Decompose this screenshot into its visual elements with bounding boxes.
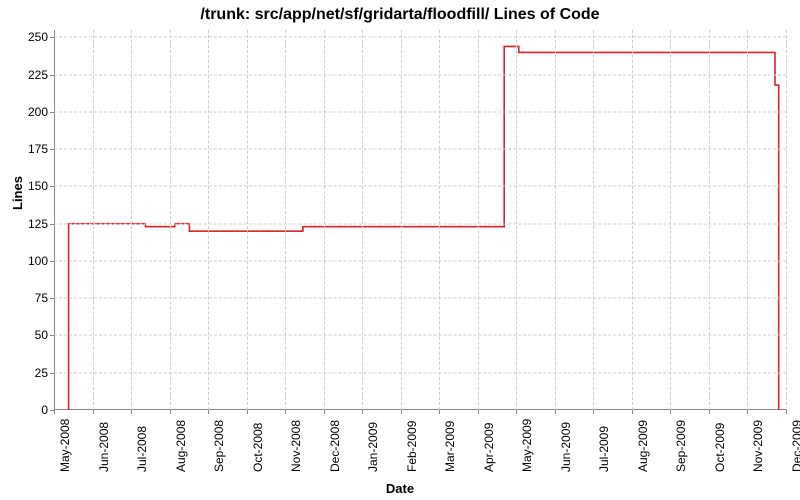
- x-tick-label: Nov-2009: [751, 420, 765, 472]
- x-tick-label: Dec-2009: [790, 420, 800, 472]
- x-tick-mark: [324, 410, 325, 414]
- x-tick-mark: [709, 410, 710, 414]
- x-tick-mark: [555, 410, 556, 414]
- x-tick-mark: [478, 410, 479, 414]
- gridline-v: [670, 30, 671, 410]
- gridline-h: [54, 372, 786, 373]
- x-tick-mark: [593, 410, 594, 414]
- x-tick-label: May-2008: [58, 419, 72, 472]
- gridline-h: [54, 260, 786, 261]
- gridline-h: [54, 74, 786, 75]
- x-tick-label: Oct-2008: [251, 423, 265, 472]
- gridline-h: [54, 111, 786, 112]
- x-tick-label: Aug-2008: [174, 420, 188, 472]
- gridline-v: [324, 30, 325, 410]
- x-tick-label: Jun-2008: [97, 422, 111, 472]
- gridline-v: [555, 30, 556, 410]
- x-tick-mark: [401, 410, 402, 414]
- x-tick-mark: [131, 410, 132, 414]
- x-tick-label: Nov-2008: [289, 420, 303, 472]
- gridline-h: [54, 37, 786, 38]
- gridline-h: [54, 335, 786, 336]
- x-tick-mark: [747, 410, 748, 414]
- x-tick-mark: [362, 410, 363, 414]
- y-tick-label: 200: [0, 105, 48, 119]
- chart-title: /trunk: src/app/net/sf/gridarta/floodfil…: [0, 6, 800, 24]
- x-tick-label: Apr-2009: [482, 423, 496, 472]
- gridline-h: [54, 186, 786, 187]
- gridline-v: [170, 30, 171, 410]
- gridline-h: [54, 298, 786, 299]
- x-tick-mark: [170, 410, 171, 414]
- gridline-v: [516, 30, 517, 410]
- x-tick-mark: [632, 410, 633, 414]
- y-tick-label: 225: [0, 68, 48, 82]
- gridline-v: [709, 30, 710, 410]
- y-tick-label: 250: [0, 30, 48, 44]
- gridline-h: [54, 149, 786, 150]
- chart: /trunk: src/app/net/sf/gridarta/floodfil…: [0, 0, 800, 500]
- x-tick-label: May-2009: [520, 419, 534, 472]
- x-tick-label: Sep-2008: [212, 420, 226, 472]
- y-tick-label: 25: [0, 366, 48, 380]
- gridline-v: [478, 30, 479, 410]
- x-axis-label: Date: [0, 481, 800, 496]
- gridline-v: [439, 30, 440, 410]
- x-tick-mark: [516, 410, 517, 414]
- x-tick-label: Jul-2009: [597, 426, 611, 472]
- x-tick-label: Aug-2009: [636, 420, 650, 472]
- y-tick-label: 50: [0, 328, 48, 342]
- x-tick-mark: [247, 410, 248, 414]
- x-tick-label: Oct-2009: [713, 423, 727, 472]
- x-tick-mark: [54, 410, 55, 414]
- gridline-v: [208, 30, 209, 410]
- gridline-v: [401, 30, 402, 410]
- y-tick-label: 150: [0, 179, 48, 193]
- x-tick-mark: [93, 410, 94, 414]
- gridline-v: [632, 30, 633, 410]
- x-tick-label: Feb-2009: [405, 421, 419, 472]
- gridline-v: [247, 30, 248, 410]
- y-tick-label: 75: [0, 291, 48, 305]
- x-tick-label: Mar-2009: [443, 421, 457, 472]
- x-tick-mark: [208, 410, 209, 414]
- gridline-v: [93, 30, 94, 410]
- series-line: [69, 46, 779, 410]
- gridline-v: [593, 30, 594, 410]
- x-tick-mark: [439, 410, 440, 414]
- gridline-v: [362, 30, 363, 410]
- gridline-v: [747, 30, 748, 410]
- x-tick-mark: [670, 410, 671, 414]
- line-series: [54, 30, 786, 410]
- gridline-h: [54, 223, 786, 224]
- y-tick-label: 175: [0, 142, 48, 156]
- x-tick-label: Jan-2009: [366, 422, 380, 472]
- gridline-v: [285, 30, 286, 410]
- x-tick-label: Sep-2009: [674, 420, 688, 472]
- y-tick-label: 100: [0, 254, 48, 268]
- x-tick-label: Jun-2009: [559, 422, 573, 472]
- x-tick-label: Jul-2008: [135, 426, 149, 472]
- y-tick-label: 0: [0, 403, 48, 417]
- gridline-v: [786, 30, 787, 410]
- gridline-v: [131, 30, 132, 410]
- x-tick-mark: [786, 410, 787, 414]
- y-tick-label: 125: [0, 217, 48, 231]
- x-tick-mark: [285, 410, 286, 414]
- x-tick-label: Dec-2008: [328, 420, 342, 472]
